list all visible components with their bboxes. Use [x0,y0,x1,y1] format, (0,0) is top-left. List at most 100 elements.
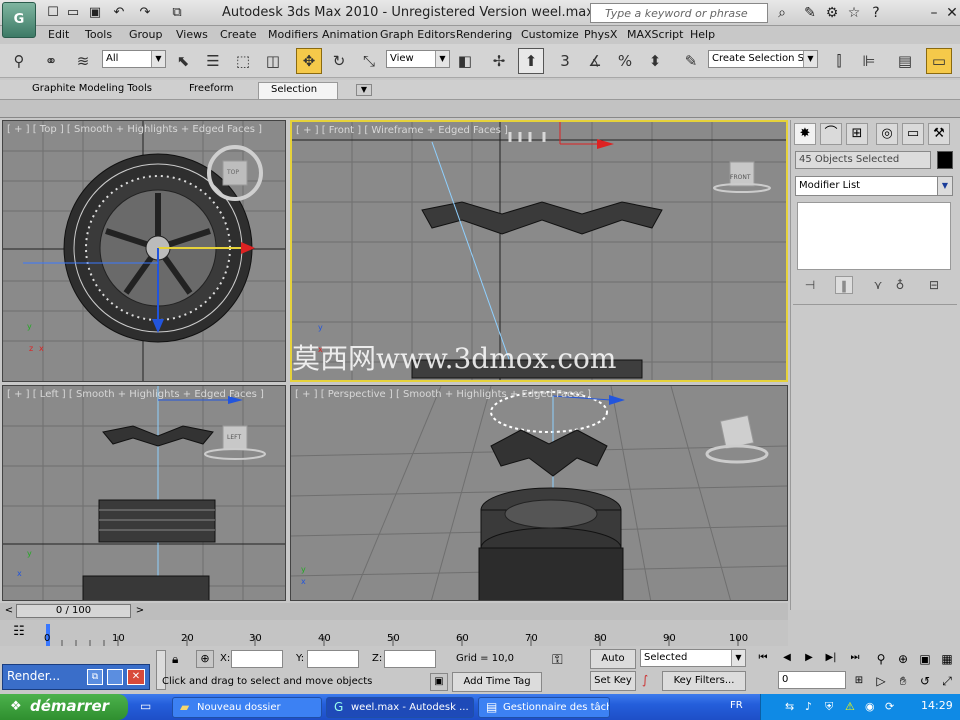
unlink-icon[interactable]: ⚭ [38,48,64,74]
viewport-left-label[interactable]: [ + ] [ Left ] [ Smooth + Highlights + E… [7,389,264,400]
undo-icon[interactable]: ↶ [110,4,128,22]
object-color-swatch[interactable] [937,151,953,169]
new-file-icon[interactable]: ☐ [44,4,62,22]
help-icon[interactable]: ? [866,3,886,23]
task-weel-max[interactable]: weel.max - Autodesk ... [326,697,474,718]
previous-frame-icon[interactable]: ◀ [778,650,796,666]
ribbon-minimize-icon[interactable]: ▼ [356,84,372,96]
set-key-button[interactable]: Set Key [590,671,636,691]
key-tangent-icon[interactable]: ∫ [642,673,648,687]
menu-maxscript[interactable]: MAXScript [627,28,683,41]
x-coordinate-field[interactable] [231,650,283,668]
application-menu-button[interactable]: G [2,2,36,38]
go-to-end-icon[interactable]: ⏭ [846,650,864,666]
play-icon[interactable]: ▶ [800,650,818,666]
language-indicator[interactable]: FR [730,700,743,711]
key-icon[interactable]: ⚿ [552,652,563,668]
menu-modifiers[interactable]: Modifiers [268,28,318,41]
rectangular-selection-icon[interactable]: ⬚ [230,48,256,74]
pan-icon[interactable]: ✋︎ [894,672,912,690]
communication-center-icon[interactable]: ✎ [800,3,820,23]
select-object-icon[interactable]: ⬉ [170,48,196,74]
select-and-scale-icon[interactable]: ⤡ [356,48,382,74]
graphite-toggle-icon[interactable]: ▭ [926,48,952,74]
key-filters-button[interactable]: Key Filters... [662,671,746,691]
selection-filter-dropdown[interactable]: All ▼ [102,50,166,68]
maximize-viewport-icon[interactable]: ⤢ [938,672,956,690]
key-mode-toggle-icon[interactable]: ⊞ [850,673,868,689]
pin-stack-icon[interactable]: ⊣ [801,276,819,294]
go-to-start-icon[interactable]: ⏮ [754,650,772,666]
remove-modifier-icon[interactable]: ♁ [891,276,909,294]
lock-selection-icon[interactable]: 🔒︎ [172,652,178,667]
percent-snap-icon[interactable]: % [612,48,638,74]
create-tab-icon[interactable]: ✸ [794,123,816,145]
y-coordinate-field[interactable] [307,650,359,668]
close-window-icon[interactable]: ✕ [942,3,960,23]
pivot-center-icon[interactable]: ◧ [452,48,478,74]
tab-freeform[interactable]: Freeform [177,82,246,99]
tray-app-icon[interactable]: ◉ [865,700,875,713]
time-slider-next-icon[interactable]: > [133,604,147,618]
add-time-tag-button[interactable]: Add Time Tag [452,672,542,692]
layer-manager-icon[interactable]: ▤ [892,48,918,74]
key-mode-dropdown[interactable]: Selected ▼ [640,649,746,667]
menu-views[interactable]: Views [176,28,208,41]
task-gestionnaire[interactable]: Gestionnaire des tâch... [478,697,610,718]
display-tab-icon[interactable]: ▭ [902,123,924,145]
viewport-front-label[interactable]: [ + ] [ Front ] [ Wireframe + Edged Face… [296,125,508,136]
favorites-star-icon[interactable]: ☆ [844,3,864,23]
open-file-icon[interactable]: ▭ [64,4,82,22]
viewcube-top-label[interactable]: TOP [227,169,239,176]
menu-help[interactable]: Help [690,28,715,41]
menu-group[interactable]: Group [129,28,163,41]
object-name-field[interactable]: 45 Objects Selected [795,151,931,169]
menu-tools[interactable]: Tools [85,28,112,41]
viewport-top-label[interactable]: [ + ] [ Top ] [ Smooth + Highlights + Ed… [7,124,262,135]
named-selection-dropdown[interactable]: Create Selection Se ▼ [708,50,818,68]
viewport-left[interactable]: yx [ + ] [ Left ] [ Smooth + Highlights … [2,385,286,601]
menu-animation[interactable]: Animation [322,28,378,41]
maximize-icon[interactable] [107,669,123,685]
edit-named-selection-icon[interactable]: ✎ [678,48,704,74]
time-slider-thumb[interactable]: 0 / 100 [16,604,131,618]
tab-graphite-modeling-tools[interactable]: Graphite Modeling Tools [20,82,164,99]
task-nouveau-dossier[interactable]: Nouveau dossier [172,697,322,718]
utilities-tab-icon[interactable]: ⚒ [928,123,950,145]
bind-space-warp-icon[interactable]: ≋ [70,48,96,74]
configure-modifier-sets-icon[interactable]: ⊟ [925,276,943,294]
select-and-link-icon[interactable]: ⚲ [6,48,32,74]
binoculars-icon[interactable]: ⌕ [772,3,792,23]
viewcube-front-label[interactable]: FRONT [730,174,751,181]
viewcube-left-label[interactable]: LEFT [227,434,241,441]
clock[interactable]: 14:29 [921,699,953,712]
modifier-list-dropdown[interactable]: Modifier List ▼ [795,176,953,196]
select-by-name-icon[interactable]: ☰ [200,48,226,74]
next-frame-icon[interactable]: ▶| [822,650,840,666]
zoom-extents-icon[interactable]: ▣ [916,650,934,668]
project-folder-icon[interactable]: ⧉ [168,4,186,22]
menu-physx[interactable]: PhysX [584,28,617,41]
menu-edit[interactable]: Edit [48,28,69,41]
viewport-perspective-label[interactable]: [ + ] [ Perspective ] [ Smooth + Highlig… [295,389,591,400]
motion-tab-icon[interactable]: ◎ [876,123,898,145]
tab-selection[interactable]: Selection [258,82,338,99]
select-and-manipulate-icon[interactable]: ✢ [486,48,512,74]
modifier-stack[interactable] [797,202,951,270]
select-and-rotate-icon[interactable]: ↻ [326,48,352,74]
show-desktop-icon[interactable]: ▭ [140,699,156,715]
reference-coordinate-dropdown[interactable]: View ▼ [386,50,450,68]
menu-graph-editors[interactable]: Graph Editors [380,28,456,41]
zoom-extents-all-icon[interactable]: ▦ [938,650,956,668]
make-unique-icon[interactable]: ⋎ [869,276,887,294]
close-icon[interactable]: ✕ [127,669,145,685]
field-of-view-icon[interactable]: ▷ [872,672,890,690]
tray-security-icon[interactable]: ⛨ [825,700,833,714]
menu-rendering[interactable]: Rendering [456,28,512,41]
modify-tab-icon[interactable]: ⌒ [820,123,842,145]
hierarchy-tab-icon[interactable]: ⊞ [846,123,868,145]
auto-key-button[interactable]: Auto Key [590,649,636,682]
tray-update-icon[interactable]: ⟳ [885,700,894,713]
maxscript-listener-mini[interactable]: Render... ⧉ ✕ [2,664,150,690]
time-slider-prev-icon[interactable]: < [2,604,16,618]
